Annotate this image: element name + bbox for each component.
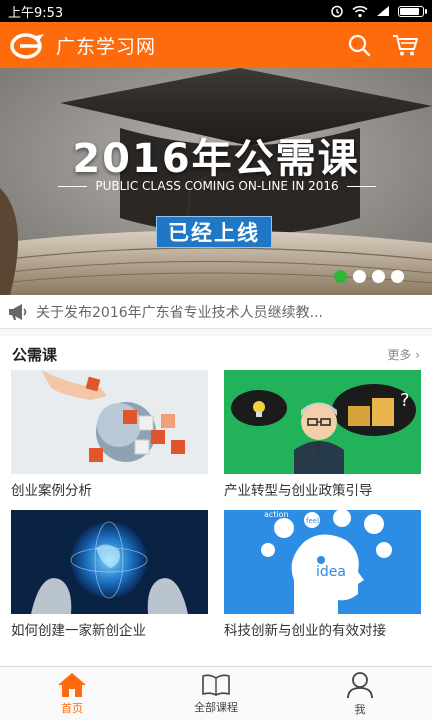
home-icon (58, 672, 86, 697)
app-title: 广东学习网 (56, 35, 157, 58)
top-app-bar: 广东学习网 (0, 22, 432, 68)
idea-text: idea (316, 564, 346, 580)
idea-head-image: idea action feel (224, 510, 421, 614)
nav-all-courses[interactable]: 全部课程 (144, 667, 288, 720)
action-text: action (264, 510, 289, 519)
feel-text: feel (306, 517, 319, 525)
course-title[interactable]: 创业案例分析 (11, 479, 208, 499)
course-card[interactable]: ? 产业转型与创业政策引导 (224, 370, 421, 499)
announcement-bar[interactable]: 关于发布2016年广东省专业技术人员继续教... (0, 295, 432, 329)
nav-home[interactable]: 首页 (0, 667, 144, 720)
promo-banner-carousel[interactable]: 2016年公需课 PUBLIC CLASS COMING ON-LINE IN … (0, 68, 432, 295)
carousel-dot[interactable] (372, 270, 385, 283)
more-label: 更多 (387, 347, 412, 362)
chevron-right-icon: › (411, 347, 420, 362)
battery-level (400, 7, 419, 15)
banner-title: 2016年公需课 (72, 136, 360, 182)
globe-hands-image (11, 510, 208, 614)
cube-puzzle-image (11, 370, 208, 474)
course-thumbnail[interactable] (11, 510, 208, 614)
nav-me[interactable]: 我 (288, 667, 432, 720)
status-time: 上午9:53 (8, 5, 64, 21)
course-title[interactable]: 产业转型与创业政策引导 (224, 479, 421, 499)
alarm-icon (331, 5, 343, 18)
course-thumbnail[interactable]: ? (224, 370, 421, 474)
course-card[interactable]: 创业案例分析 (11, 370, 208, 499)
announcement-text[interactable]: 关于发布2016年广东省专业技术人员继续教... (36, 302, 323, 322)
course-thumbnail[interactable] (11, 370, 208, 474)
nav-all-courses-label: 全部课程 (194, 700, 238, 714)
status-bar: 上午9:53 (0, 0, 432, 22)
wifi-icon (352, 5, 368, 17)
more-link[interactable]: 更多 › (387, 346, 420, 363)
nav-home-label: 首页 (61, 701, 83, 715)
nav-me-label: 我 (354, 702, 366, 716)
carousel-dot[interactable] (391, 270, 404, 283)
user-icon (347, 671, 373, 698)
divider (58, 185, 88, 187)
carousel-dot[interactable] (334, 270, 347, 283)
banner-subtitle: PUBLIC CLASS COMING ON-LINE IN 2016 (95, 179, 339, 193)
app-logo-icon (10, 33, 44, 59)
carousel-indicator[interactable] (334, 270, 404, 283)
divider (346, 185, 377, 187)
signal-icon (377, 6, 389, 16)
megaphone-icon (9, 303, 27, 320)
bottom-navigation: 首页 全部课程 我 (0, 666, 432, 720)
course-title[interactable]: 科技创新与创业的有效对接 (224, 619, 421, 639)
course-card[interactable]: idea action feel 科技创新与创业的有效对接 (224, 510, 421, 639)
course-card[interactable]: 如何创建一家新创企业 (11, 510, 208, 639)
course-title[interactable]: 如何创建一家新创企业 (11, 619, 208, 639)
section-header: 公需课 更多 › (0, 336, 432, 372)
battery-icon (398, 5, 427, 17)
app-screen: 上午9:53 广东学习网 2016年公需课 PUBLIC CLASS COMIN… (0, 0, 432, 720)
search-icon (348, 34, 371, 57)
course-thumbnail[interactable]: idea action feel (224, 510, 421, 614)
banner-subtitle-row: PUBLIC CLASS COMING ON-LINE IN 2016 (58, 179, 377, 193)
cart-icon (393, 35, 418, 56)
section-title: 公需课 (12, 345, 58, 364)
cart-button[interactable] (388, 28, 422, 62)
public-courses-section: 公需课 更多 › 创业案例分析 ? 产业转型与创业政策引导 如何创建一家新创企业… (0, 336, 432, 666)
book-icon (202, 674, 230, 696)
carousel-dot[interactable] (353, 270, 366, 283)
policy-illustration-image: ? (224, 370, 421, 474)
status-icons (330, 4, 427, 18)
question-mark-text: ? (400, 390, 410, 411)
search-button[interactable] (342, 28, 376, 62)
banner-badge: 已经上线 (156, 216, 272, 248)
